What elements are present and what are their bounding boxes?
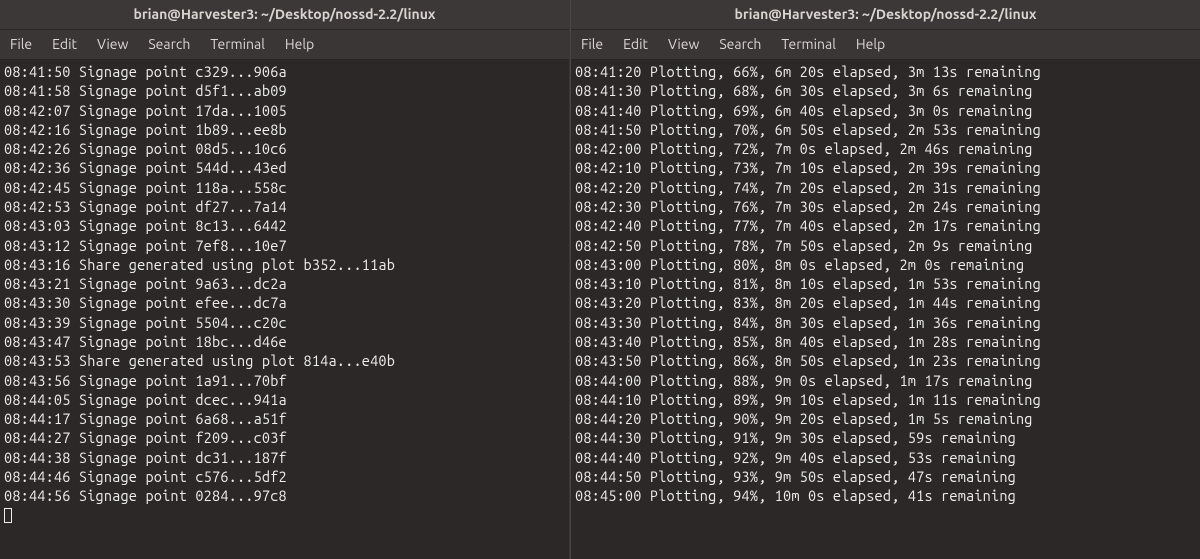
terminal-line: 08:44:05 Signage point dcec...941a xyxy=(4,390,565,409)
terminal-line: 08:43:39 Signage point 5504...c20c xyxy=(4,313,565,332)
terminal-line: 08:43:21 Signage point 9a63...dc2a xyxy=(4,274,565,293)
terminal-line: 08:44:30 Plotting, 91%, 9m 30s elapsed, … xyxy=(575,428,1196,447)
terminal-line: 08:41:50 Signage point c329...906a xyxy=(4,62,565,81)
terminal-line: 08:41:40 Plotting, 69%, 6m 40s elapsed, … xyxy=(575,101,1196,120)
terminal-line: 08:44:20 Plotting, 90%, 9m 20s elapsed, … xyxy=(575,409,1196,428)
terminal-line: 08:42:50 Plotting, 78%, 7m 50s elapsed, … xyxy=(575,236,1196,255)
terminal-line: 08:44:46 Signage point c576...5df2 xyxy=(4,467,565,486)
terminal-line: 08:43:12 Signage point 7ef8...10e7 xyxy=(4,236,565,255)
terminal-line: 08:41:58 Signage point d5f1...ab09 xyxy=(4,81,565,100)
terminal-line: 08:44:10 Plotting, 89%, 9m 10s elapsed, … xyxy=(575,390,1196,409)
terminal-line: 08:44:00 Plotting, 88%, 9m 0s elapsed, 1… xyxy=(575,371,1196,390)
terminal-line: 08:42:10 Plotting, 73%, 7m 10s elapsed, … xyxy=(575,158,1196,177)
menu-view[interactable]: View xyxy=(658,36,709,52)
terminal-line: 08:41:30 Plotting, 68%, 6m 30s elapsed, … xyxy=(575,81,1196,100)
terminal-line: 08:43:30 Plotting, 84%, 8m 30s elapsed, … xyxy=(575,313,1196,332)
terminal-line: 08:44:17 Signage point 6a68...a51f xyxy=(4,409,565,428)
terminal-line: 08:43:40 Plotting, 85%, 8m 40s elapsed, … xyxy=(575,332,1196,351)
terminal-line: 08:43:50 Plotting, 86%, 8m 50s elapsed, … xyxy=(575,351,1196,370)
terminal-line: 08:41:20 Plotting, 66%, 6m 20s elapsed, … xyxy=(575,62,1196,81)
terminal-line: 08:43:00 Plotting, 80%, 8m 0s elapsed, 2… xyxy=(575,255,1196,274)
terminal-line: 08:43:56 Signage point 1a91...70bf xyxy=(4,371,565,390)
terminal-line: 08:42:30 Plotting, 76%, 7m 30s elapsed, … xyxy=(575,197,1196,216)
menu-terminal[interactable]: Terminal xyxy=(200,36,275,52)
terminal-pane-left: brian@Harvester3: ~/Desktop/nossd-2.2/li… xyxy=(0,0,570,559)
terminal-line: 08:45:00 Plotting, 94%, 10m 0s elapsed, … xyxy=(575,486,1196,505)
menubar-right: File Edit View Search Terminal Help xyxy=(571,30,1200,60)
terminal-line: 08:44:56 Signage point 0284...97c8 xyxy=(4,486,565,505)
menu-view[interactable]: View xyxy=(87,36,138,52)
menu-edit[interactable]: Edit xyxy=(613,36,658,52)
terminal-line: 08:43:10 Plotting, 81%, 8m 10s elapsed, … xyxy=(575,274,1196,293)
menubar-left: File Edit View Search Terminal Help xyxy=(0,30,569,60)
terminal-line: 08:42:07 Signage point 17da...1005 xyxy=(4,101,565,120)
terminal-line: 08:41:50 Plotting, 70%, 6m 50s elapsed, … xyxy=(575,120,1196,139)
window-title-right: brian@Harvester3: ~/Desktop/nossd-2.2/li… xyxy=(571,0,1200,30)
terminal-line: 08:42:16 Signage point 1b89...ee8b xyxy=(4,120,565,139)
terminal-output-left[interactable]: 08:41:50 Signage point c329...906a08:41:… xyxy=(0,60,569,559)
terminal-line: 08:43:53 Share generated using plot 814a… xyxy=(4,351,565,370)
terminal-line: 08:42:45 Signage point 118a...558c xyxy=(4,178,565,197)
terminal-output-right[interactable]: 08:41:20 Plotting, 66%, 6m 20s elapsed, … xyxy=(571,60,1200,559)
terminal-line: 08:42:00 Plotting, 72%, 7m 0s elapsed, 2… xyxy=(575,139,1196,158)
terminal-line: 08:43:20 Plotting, 83%, 8m 20s elapsed, … xyxy=(575,293,1196,312)
menu-search[interactable]: Search xyxy=(138,36,200,52)
cursor-icon xyxy=(4,508,12,523)
terminal-line: 08:44:50 Plotting, 93%, 9m 50s elapsed, … xyxy=(575,467,1196,486)
menu-help[interactable]: Help xyxy=(275,36,324,52)
window-title-left: brian@Harvester3: ~/Desktop/nossd-2.2/li… xyxy=(0,0,569,30)
terminal-line: 08:44:27 Signage point f209...c03f xyxy=(4,428,565,447)
terminal-line: 08:42:40 Plotting, 77%, 7m 40s elapsed, … xyxy=(575,216,1196,235)
terminal-line: 08:42:36 Signage point 544d...43ed xyxy=(4,158,565,177)
menu-help[interactable]: Help xyxy=(846,36,895,52)
terminal-line: 08:43:03 Signage point 8c13...6442 xyxy=(4,216,565,235)
terminal-pane-right: brian@Harvester3: ~/Desktop/nossd-2.2/li… xyxy=(570,0,1200,559)
terminal-line: 08:44:40 Plotting, 92%, 9m 40s elapsed, … xyxy=(575,448,1196,467)
terminal-line: 08:42:20 Plotting, 74%, 7m 20s elapsed, … xyxy=(575,178,1196,197)
terminal-line: 08:42:53 Signage point df27...7a14 xyxy=(4,197,565,216)
menu-search[interactable]: Search xyxy=(709,36,771,52)
menu-terminal[interactable]: Terminal xyxy=(771,36,846,52)
menu-edit[interactable]: Edit xyxy=(42,36,87,52)
menu-file[interactable]: File xyxy=(8,36,42,52)
terminal-line: 08:43:30 Signage point efee...dc7a xyxy=(4,293,565,312)
terminal-line: 08:44:38 Signage point dc31...187f xyxy=(4,448,565,467)
terminal-line: 08:43:47 Signage point 18bc...d46e xyxy=(4,332,565,351)
menu-file[interactable]: File xyxy=(579,36,613,52)
terminal-line: 08:42:26 Signage point 08d5...10c6 xyxy=(4,139,565,158)
terminal-line: 08:43:16 Share generated using plot b352… xyxy=(4,255,565,274)
